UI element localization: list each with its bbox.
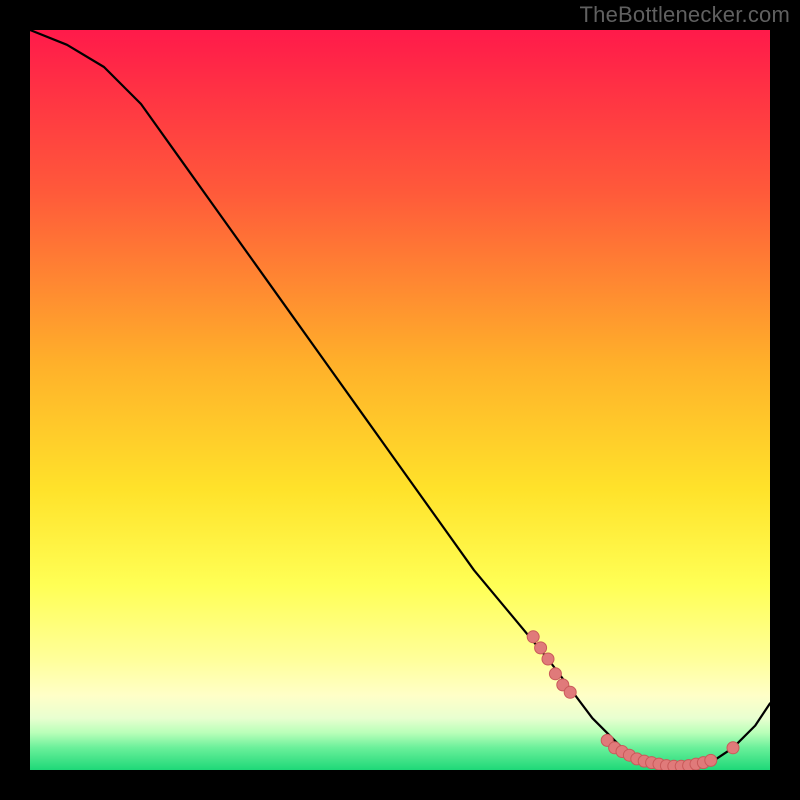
- plot-area: [30, 30, 770, 770]
- data-marker: [527, 631, 539, 643]
- data-marker: [542, 653, 554, 665]
- watermark-text: TheBottlenecker.com: [580, 2, 790, 28]
- data-marker: [705, 754, 717, 766]
- chart-frame: TheBottlenecker.com: [0, 0, 800, 800]
- data-marker: [535, 642, 547, 654]
- data-marker: [564, 686, 576, 698]
- data-marker: [727, 742, 739, 754]
- data-marker: [549, 668, 561, 680]
- chart-svg: [30, 30, 770, 770]
- gradient-background: [30, 30, 770, 770]
